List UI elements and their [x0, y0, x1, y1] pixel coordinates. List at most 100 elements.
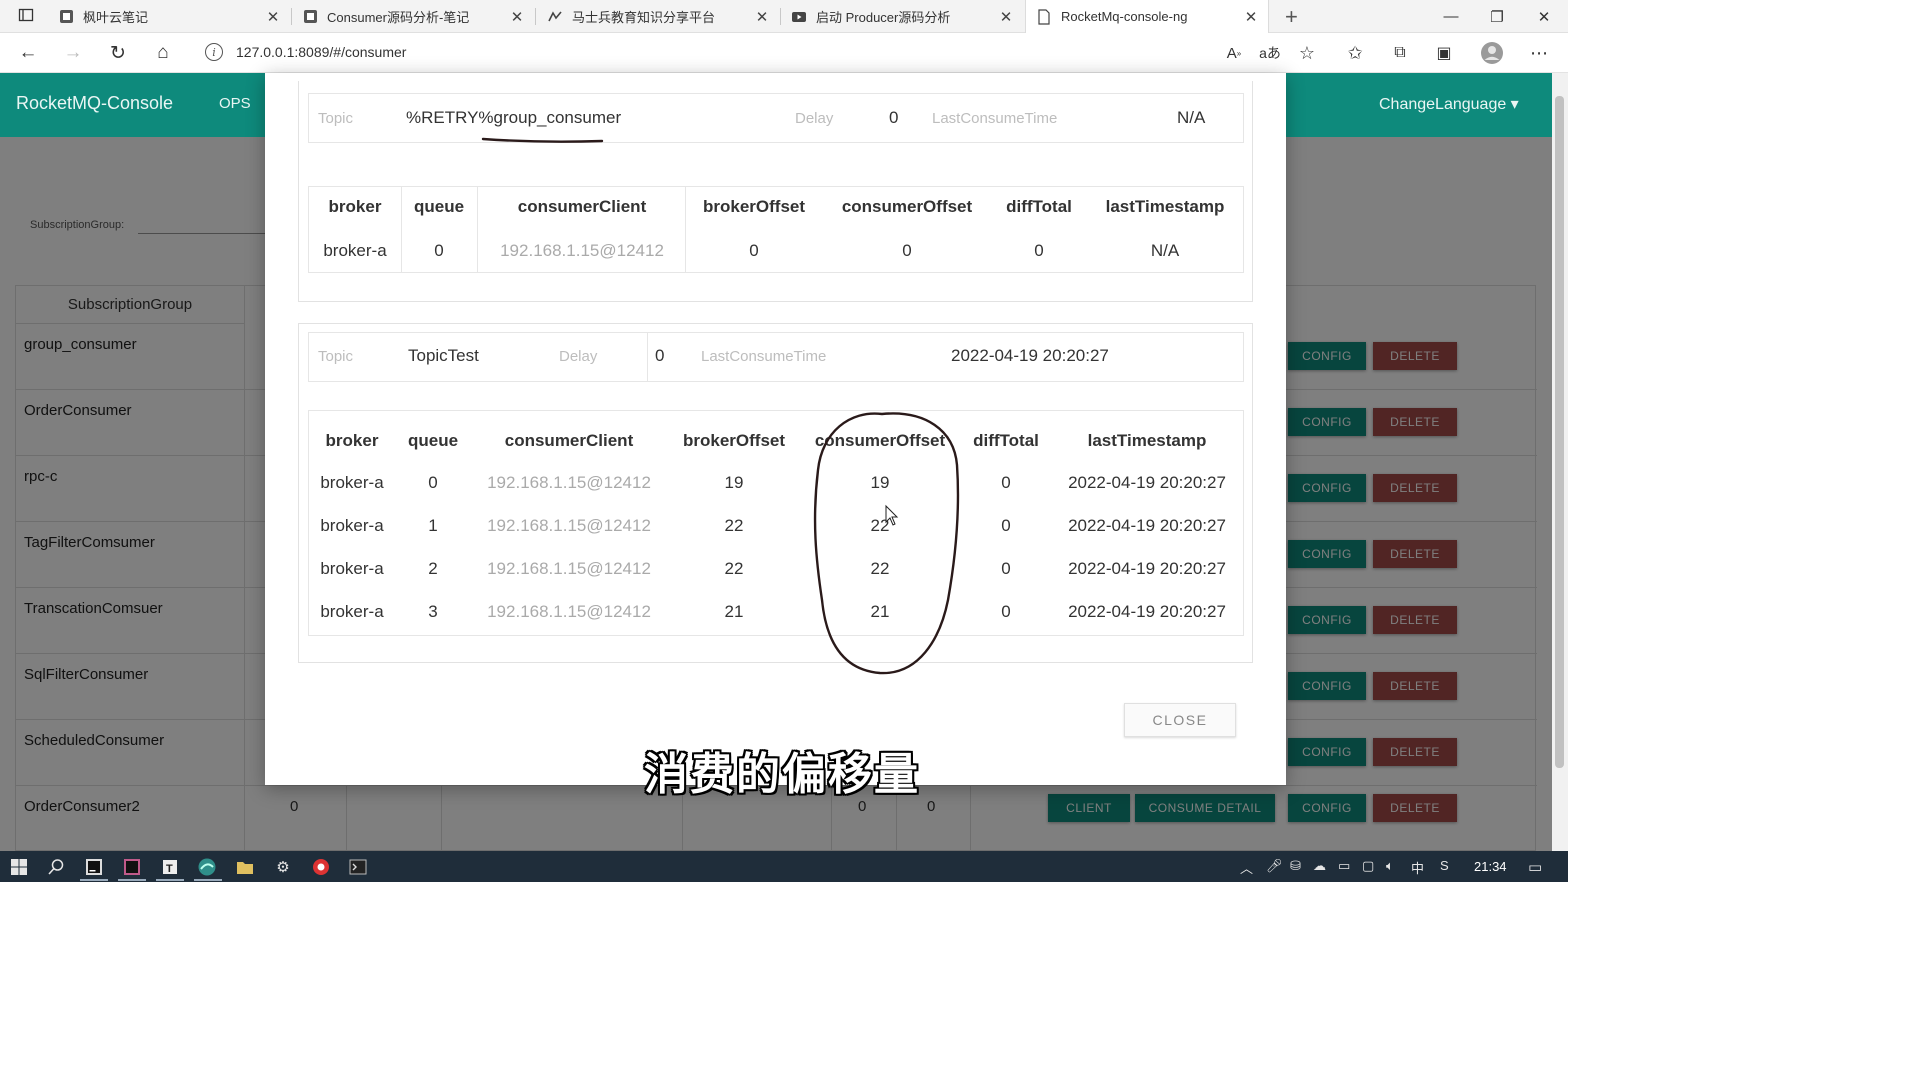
cell-last-timestamp: 2022-04-19 20:20:27 [1068, 559, 1226, 578]
profile-avatar-icon[interactable] [1476, 37, 1508, 69]
settings-gear-icon[interactable]: ⚙ [272, 856, 294, 878]
typora-icon[interactable]: T [159, 856, 181, 878]
battery-icon[interactable]: ▭ [1338, 858, 1350, 874]
browser-tab-active[interactable]: RocketMq-console-ng ✕ [1025, 0, 1269, 33]
close-button[interactable]: CLOSE [1124, 703, 1236, 737]
address-bar: ← → ↻ ⌂ i 127.0.0.1:8089/#/consumer A» a… [0, 33, 1568, 73]
topic-value: %RETRY%group_consumer [406, 108, 622, 127]
column-header-diff-total: diffTotal [1006, 197, 1072, 216]
offset-table: broker queue consumerClient brokerOffset… [308, 186, 1244, 273]
home-icon[interactable]: ⌂ [147, 37, 179, 69]
display-icon[interactable]: ▢ [1362, 858, 1374, 874]
translate-icon[interactable]: aあ [1254, 37, 1286, 69]
cell-broker: broker-a [320, 602, 384, 621]
notification-icon[interactable]: ▭ [1528, 858, 1542, 876]
column-header-broker-offset: brokerOffset [682, 431, 786, 450]
cell-consumer-offset: 19 [870, 473, 890, 492]
edge-browser-icon[interactable] [196, 856, 218, 878]
scrollbar-thumb[interactable] [1555, 96, 1564, 768]
cell-consumer-client: 192.168.1.15@12412 [487, 602, 651, 621]
cell-broker-offset: 21 [724, 602, 744, 621]
window-close-icon[interactable]: ✕ [1521, 0, 1567, 33]
new-tab-button[interactable]: + [1275, 0, 1301, 33]
change-language-dropdown[interactable]: ChangeLanguage ▾ [1379, 94, 1519, 114]
tab-actions-icon [18, 7, 34, 26]
svg-text:T: T [166, 863, 173, 875]
nav-ops[interactable]: OPS [219, 95, 251, 112]
browser-tab-1[interactable]: 枫叶云笔记 ✕ [48, 0, 290, 33]
more-menu-icon[interactable]: ⋯ [1523, 37, 1555, 69]
column-header-broker: broker [325, 431, 379, 450]
cell-diff-total: 0 [1001, 473, 1011, 492]
idea-icon[interactable] [121, 856, 143, 878]
tray-expand-icon[interactable]: ︿ [1240, 858, 1253, 877]
volume-icon[interactable]: 🔈︎ [1386, 858, 1394, 874]
close-tab-icon[interactable]: ✕ [510, 8, 524, 26]
offset-table: broker queue consumerClient brokerOffset… [308, 410, 1244, 636]
cell-broker: broker-a [323, 241, 387, 260]
cell-last-timestamp: 2022-04-19 20:20:27 [1068, 516, 1226, 535]
column-header-consumer-offset: consumerOffset [841, 197, 973, 216]
tab-actions-button[interactable] [8, 0, 44, 33]
pycharm-icon[interactable] [83, 856, 105, 878]
forward-arrow-icon[interactable]: → [57, 37, 89, 69]
minimize-icon[interactable]: — [1428, 0, 1474, 33]
tab-title: 枫叶云笔记 [83, 10, 149, 25]
back-arrow-icon[interactable]: ← [12, 37, 44, 69]
last-consume-time-label: LastConsumeTime [932, 110, 1058, 127]
tab-title: Consumer源码分析-笔记 [327, 10, 470, 25]
network-share-icon[interactable]: ⛁ [1290, 858, 1301, 874]
cell-consumer-offset: 22 [870, 559, 890, 578]
cell-last-timestamp: N/A [1150, 241, 1180, 260]
cell-diff-total: 0 [1001, 559, 1011, 578]
topic-label: Topic [318, 110, 354, 127]
column-header-consumer-offset: consumerOffset [814, 431, 946, 450]
note-app-icon [302, 9, 318, 25]
page-icon [1036, 8, 1052, 25]
recorder-app-icon[interactable] [310, 856, 332, 878]
close-tab-icon[interactable]: ✕ [266, 8, 280, 26]
cell-diff-total: 0 [1001, 602, 1011, 621]
cell-last-timestamp: 2022-04-19 20:20:27 [1068, 473, 1226, 492]
video-icon [791, 9, 807, 25]
last-consume-time-label: LastConsumeTime [701, 348, 827, 365]
brand-logo[interactable]: RocketMQ-Console [16, 93, 173, 114]
site-info-icon[interactable]: i [205, 43, 223, 61]
cell-broker-offset: 22 [724, 559, 744, 578]
search-icon[interactable] [45, 856, 67, 878]
add-favorite-icon[interactable]: ☆ [1291, 37, 1323, 69]
taskbar-clock[interactable]: 21:34 [1474, 859, 1507, 874]
favorites-icon[interactable]: ✩ [1339, 37, 1371, 69]
cell-consumer-client: 192.168.1.15@12412 [500, 241, 664, 260]
topic-value: TopicTest [408, 346, 479, 365]
delay-label: Delay [795, 110, 834, 127]
cell-consumer-client: 192.168.1.15@12412 [487, 473, 651, 492]
cell-diff-total: 0 [1034, 241, 1044, 260]
taskbar: T ⚙ ︿ 🎤︎ ⛁ ☁ ▭ ▢ 🔈︎ 中 S 21:34 ▭ [0, 851, 1568, 882]
close-tab-icon[interactable]: ✕ [755, 8, 769, 26]
browser-tab-4[interactable]: 启动 Producer源码分析 ✕ [781, 0, 1023, 33]
cell-queue: 1 [428, 516, 438, 535]
url-field[interactable]: 127.0.0.1:8089/#/consumer [236, 44, 406, 60]
cell-consumer-offset: 21 [870, 602, 890, 621]
restore-icon[interactable]: ❐ [1474, 0, 1520, 33]
delay-value: 0 [655, 346, 665, 365]
microphone-icon[interactable]: 🎤︎ [1266, 858, 1283, 874]
cloud-sync-icon[interactable]: ☁ [1313, 858, 1326, 874]
sogou-ime-icon[interactable]: S [1440, 858, 1449, 873]
input-method-indicator[interactable]: 中 [1411, 858, 1424, 877]
close-tab-icon[interactable]: ✕ [999, 8, 1013, 26]
column-header-broker: broker [328, 197, 382, 216]
browser-tab-3[interactable]: 马士兵教育知识分享平台 ✕ [537, 0, 779, 33]
collections-icon[interactable]: ⧉ [1384, 37, 1416, 69]
browser-tab-2[interactable]: Consumer源码分析-笔记 ✕ [292, 0, 534, 33]
terminal-icon[interactable] [347, 856, 369, 878]
close-tab-icon[interactable]: ✕ [1244, 8, 1258, 26]
delay-label: Delay [559, 348, 598, 365]
read-aloud-icon[interactable]: A» [1218, 37, 1250, 69]
windows-start-icon[interactable] [8, 856, 30, 878]
refresh-icon[interactable]: ↻ [102, 37, 134, 69]
file-explorer-icon[interactable] [234, 856, 256, 878]
extensions-icon[interactable]: ▣ [1428, 37, 1460, 69]
topic-section-retry: Topic %RETRY%group_consumer Delay 0 Last… [298, 81, 1253, 302]
